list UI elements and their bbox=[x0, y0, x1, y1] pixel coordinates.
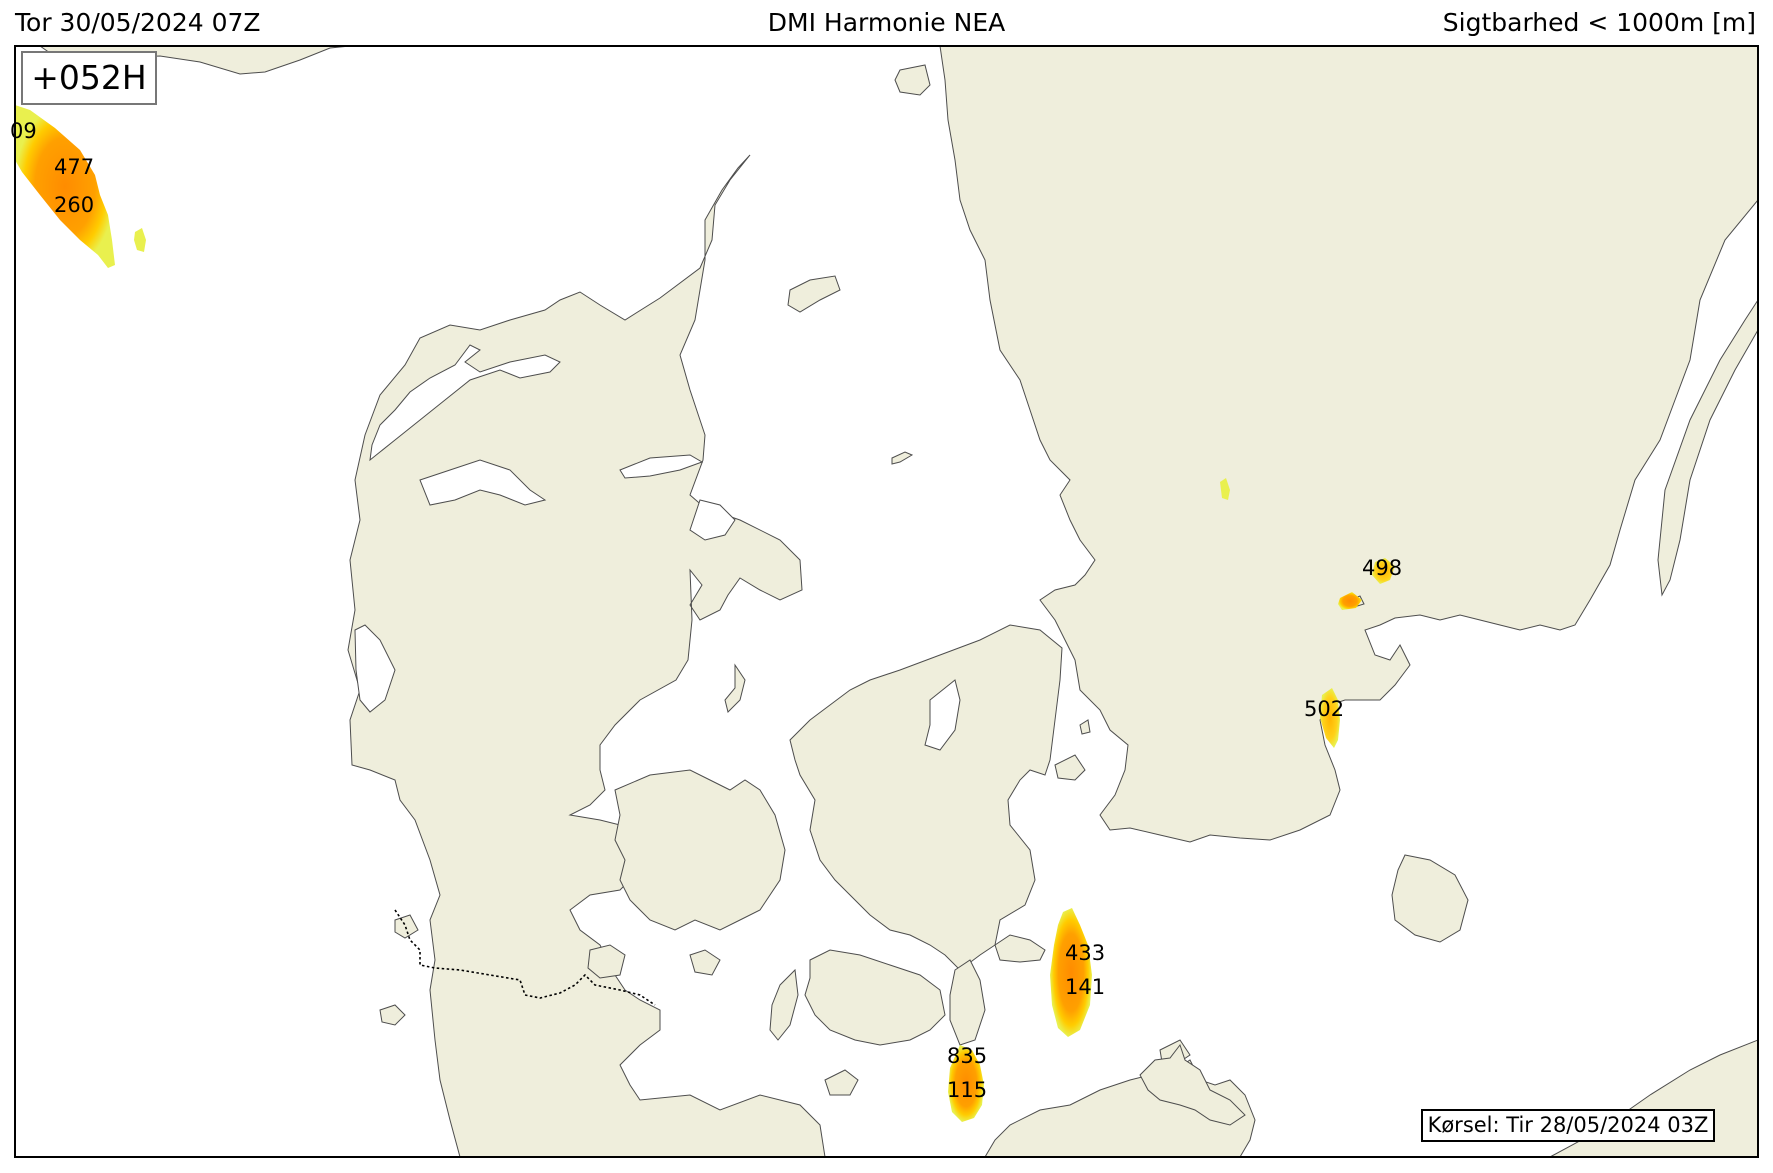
laeso-island bbox=[787, 275, 841, 313]
sweden-landmass bbox=[939, 46, 1758, 843]
lead-time-box: +052H bbox=[21, 51, 157, 105]
visibility-label: 141 bbox=[1065, 975, 1105, 999]
run-time-box: Kørsel: Tir 28/05/2024 03Z bbox=[1421, 1109, 1715, 1142]
visibility-label: 260 bbox=[54, 193, 94, 217]
zealand-landmass bbox=[789, 624, 1063, 971]
visibility-label: 502 bbox=[1304, 697, 1344, 721]
mon-island bbox=[994, 934, 1046, 963]
fog-area-nw-small bbox=[134, 228, 146, 252]
fog-area-baltic bbox=[1050, 908, 1092, 1037]
visibility-label: 498 bbox=[1362, 556, 1402, 580]
lolland-island bbox=[804, 949, 946, 1046]
visibility-label: 433 bbox=[1065, 941, 1105, 965]
visibility-map: 09 477 260 498 502 433 141 835 115 bbox=[10, 45, 1759, 1158]
falster-island bbox=[949, 959, 986, 1046]
visibility-label: 835 bbox=[947, 1044, 987, 1068]
langeland-island bbox=[769, 968, 799, 1041]
funen-landmass bbox=[614, 769, 786, 931]
anholt-island bbox=[891, 451, 914, 465]
visibility-label: 477 bbox=[54, 155, 94, 179]
parameter-label: Sigtbarhed < 1000m [m] bbox=[1442, 8, 1756, 37]
samso-island bbox=[724, 663, 746, 713]
bornholm-island bbox=[1391, 854, 1469, 943]
visibility-label: 115 bbox=[947, 1078, 987, 1102]
jutland-landmass bbox=[347, 154, 826, 1157]
